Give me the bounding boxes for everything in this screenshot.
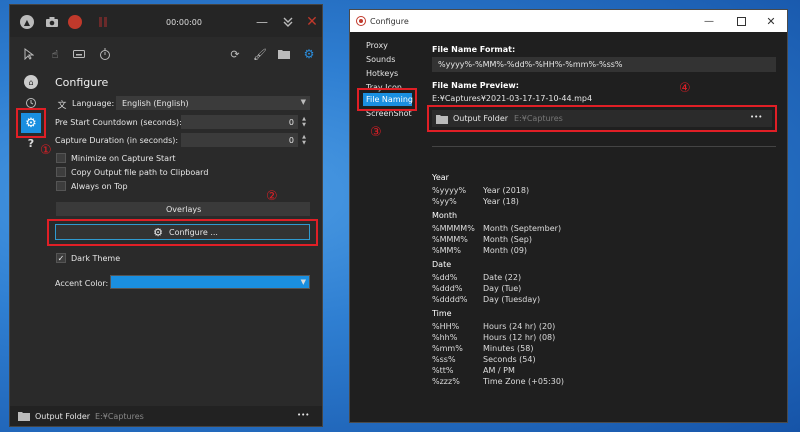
folder-icon[interactable] (277, 47, 291, 61)
folder-icon (436, 113, 448, 125)
output-folder-path: E:¥Captures (95, 412, 144, 421)
format-row: %hh% Hours (12 hr) (08) (432, 333, 556, 342)
minimize-to-tray-icon[interactable]: ▲ (20, 15, 34, 29)
minimize-checkbox[interactable] (56, 153, 66, 163)
more-icon[interactable]: ••• (297, 411, 309, 419)
format-row: %yyyy% Year (2018) (432, 186, 530, 195)
marker-3: ③ (370, 125, 382, 140)
always-on-top-label: Always on Top (71, 182, 128, 191)
format-input[interactable]: %yyyy%-%MM%-%dd%-%HH%-%mm%-%ss% (432, 57, 776, 72)
nav-item-hotkeys[interactable]: Hotkeys (366, 69, 398, 78)
format-row: %zzz% Time Zone (+05:30) (432, 377, 565, 386)
format-row: %tt% AM / PM (432, 366, 515, 375)
maximize-icon[interactable] (734, 14, 748, 28)
accent-color-picker[interactable]: ▼ (110, 275, 310, 289)
chevron-down-icon: ▼ (300, 278, 306, 286)
preview-value: E:¥Captures¥2021-03-17-17-10-44.mp4 (432, 94, 593, 103)
configure-overlays-button[interactable]: ⚙ Configure ... (55, 224, 310, 240)
highlight-box-1 (16, 108, 46, 138)
section-date: Date (432, 260, 452, 269)
accent-color-label: Accent Color: (55, 279, 109, 288)
marker-4: ④ (679, 81, 691, 96)
dark-theme-checkbox[interactable]: ✓ (56, 253, 66, 263)
format-row: %ss% Seconds (54) (432, 355, 536, 364)
main-window: ▲ 00:00:00 — ✕ ☝ ⟳ 🖌 ⚙ ⌂ ⚙ ① ? Configure… (9, 4, 323, 427)
marker-1: ① (40, 143, 52, 158)
language-select[interactable]: English (English) ▼ (116, 96, 310, 110)
collapse-icon[interactable] (280, 14, 296, 30)
config-output-folder-label: Output Folder (453, 114, 509, 123)
format-row: %MM% Month (09) (432, 246, 528, 255)
format-row: %dd% Date (22) (432, 273, 522, 282)
nav-item-proxy[interactable]: Proxy (366, 41, 388, 50)
nav-item-sounds[interactable]: Sounds (366, 55, 395, 64)
close-icon[interactable]: ✕ (764, 14, 778, 28)
brush-icon[interactable]: 🖌 (253, 47, 267, 61)
preview-label: File Name Preview: (432, 81, 520, 90)
gear-icon: ⚙ (153, 225, 163, 239)
timer-icon[interactable] (98, 47, 112, 61)
click-icon[interactable]: ☝ (48, 47, 62, 61)
section-month: Month (432, 211, 458, 220)
copy-path-label: Copy Output file path to Clipboard (71, 168, 209, 177)
minimize-icon[interactable]: — (702, 14, 716, 28)
highlight-box-3 (357, 88, 417, 111)
copy-path-checkbox[interactable] (56, 167, 66, 177)
refresh-icon[interactable]: ⟳ (228, 47, 242, 61)
more-icon[interactable]: ••• (750, 113, 762, 121)
pre-start-value: 0 (288, 118, 294, 127)
format-label: File Name Format: (432, 45, 516, 54)
record-icon[interactable] (68, 15, 82, 29)
pre-start-label: Pre Start Countdown (seconds): (55, 118, 182, 127)
config-window-title: Configure (370, 17, 409, 26)
keyboard-icon[interactable] (72, 47, 86, 61)
configure-button-label: Configure ... (169, 228, 218, 237)
overlays-header: Overlays (56, 202, 310, 216)
help-icon[interactable]: ? (24, 136, 38, 150)
pre-start-spin-icon[interactable]: ▲ ▼ (300, 115, 308, 129)
chevron-down-icon: ▼ (300, 98, 306, 106)
format-row: %MMMM% Month (September) (432, 224, 562, 233)
duration-stepper[interactable]: 0 (181, 133, 298, 147)
language-label: Language: (72, 99, 115, 108)
minimize-label: Minimize on Capture Start (71, 154, 176, 163)
config-output-folder-path: E:¥Captures (514, 114, 563, 123)
section-time: Time (432, 309, 452, 318)
pause-icon[interactable] (96, 15, 110, 29)
home-icon[interactable]: ⌂ (24, 75, 38, 89)
settings-gear-icon[interactable]: ⚙ (302, 47, 316, 61)
pre-start-stepper[interactable]: 0 (181, 115, 298, 129)
close-icon[interactable]: ✕ (304, 14, 320, 30)
format-row: %MMM% Month (Sep) (432, 235, 532, 244)
page-title: Configure (55, 76, 109, 89)
format-row: %dddd% Day (Tuesday) (432, 295, 541, 304)
section-year: Year (432, 173, 449, 182)
timer: 00:00:00 (166, 18, 202, 27)
camera-icon[interactable] (44, 14, 60, 30)
overlays-label: Overlays (166, 205, 202, 214)
language-value: English (English) (122, 99, 189, 108)
format-value: %yyyy%-%MM%-%dd%-%HH%-%mm%-%ss% (438, 60, 623, 69)
always-on-top-checkbox[interactable] (56, 181, 66, 191)
minimize-icon[interactable]: — (254, 14, 270, 30)
duration-value: 0 (288, 136, 294, 145)
folder-icon (18, 410, 30, 422)
cursor-icon[interactable] (22, 47, 36, 61)
translate-icon: 文 (57, 100, 67, 111)
config-title-bar (350, 10, 787, 32)
app-logo-icon (356, 16, 366, 26)
dark-theme-label: Dark Theme (71, 254, 121, 263)
output-folder-bar[interactable]: Output Folder E:¥Captures ••• (10, 406, 322, 426)
output-folder-label: Output Folder (35, 412, 91, 421)
config-output-folder-row[interactable]: Output Folder E:¥Captures ••• (432, 110, 772, 127)
format-row: %yy% Year (18) (432, 197, 519, 206)
format-row: %ddd% Day (Tue) (432, 284, 522, 293)
configure-window: Configure — ✕ Proxy Sounds Hotkeys Tray … (349, 9, 788, 423)
format-row: %HH% Hours (24 hr) (20) (432, 322, 556, 331)
divider (432, 146, 776, 147)
duration-spin-icon[interactable]: ▲ ▼ (300, 133, 308, 147)
format-row: %mm% Minutes (58) (432, 344, 534, 353)
duration-label: Capture Duration (in seconds): (55, 136, 179, 145)
